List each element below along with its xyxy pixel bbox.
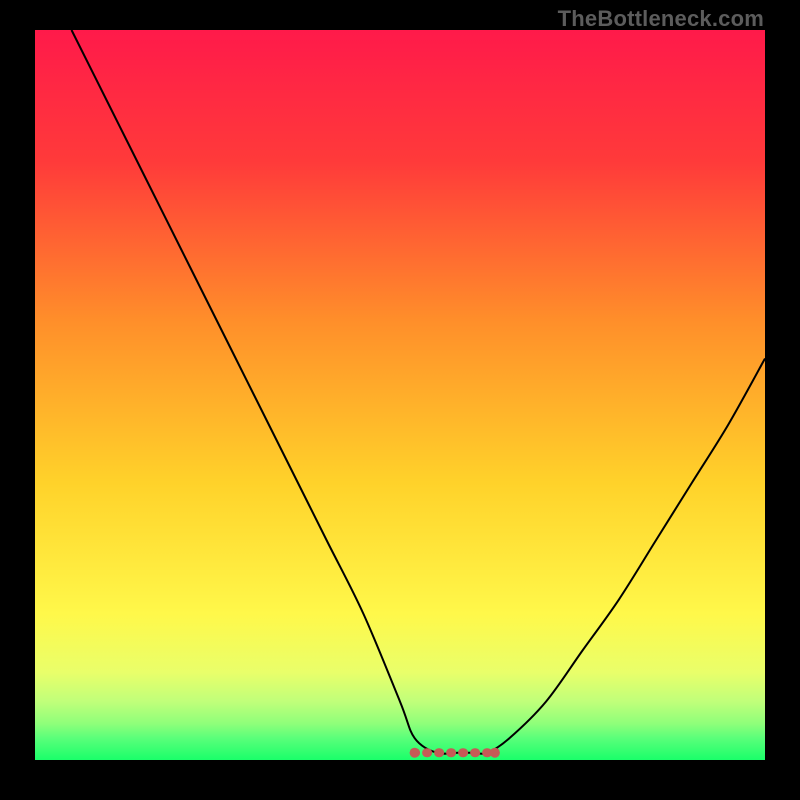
optimal-range-end-dot: [490, 748, 500, 758]
optimal-range-start-dot: [410, 748, 420, 758]
plot-area: [35, 30, 765, 760]
bottleneck-curve: [72, 30, 766, 754]
chart-frame: TheBottleneck.com: [0, 0, 800, 800]
watermark-text: TheBottleneck.com: [558, 6, 764, 32]
curve-svg: [35, 30, 765, 760]
